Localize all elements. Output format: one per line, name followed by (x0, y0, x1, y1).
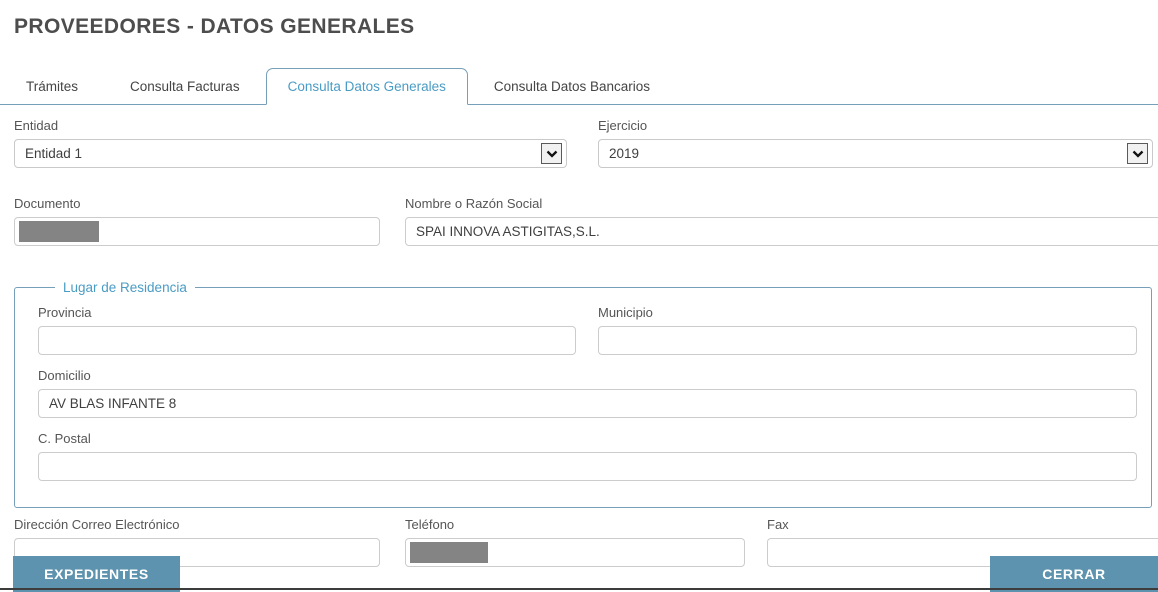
correo-electronico-label: Dirección Correo Electrónico (14, 517, 380, 532)
codigo-postal-field: C. Postal (38, 431, 1137, 481)
municipio-label: Municipio (598, 305, 1137, 320)
fax-label: Fax (767, 517, 1158, 532)
domicilio-label: Domicilio (38, 368, 1137, 383)
cerrar-button[interactable]: CERRAR (990, 556, 1158, 592)
row-domicilio: Domicilio (38, 368, 1137, 418)
municipio-input[interactable] (598, 326, 1137, 355)
lugar-de-residencia-legend: Lugar de Residencia (55, 280, 195, 295)
page-title: PROVEEDORES - DATOS GENERALES (14, 15, 1158, 39)
provincia-field: Provincia (38, 305, 576, 355)
redacted-value-block (410, 542, 488, 563)
nombre-razon-social-field: Nombre o Razón Social (405, 196, 1158, 246)
entidad-label: Entidad (14, 118, 567, 133)
entidad-selected-value: Entidad 1 (25, 146, 82, 161)
ejercicio-selected-value: 2019 (609, 146, 639, 161)
tab-bar: Trámites Consulta Facturas Consulta Dato… (0, 68, 1158, 105)
row-entidad-ejercicio: Entidad Entidad 1 Ejercicio 2019 (0, 118, 1158, 168)
row-documento-nombre: Documento Nombre o Razón Social (0, 196, 1158, 246)
proveedores-datos-generales-page: PROVEEDORES - DATOS GENERALES Trámites C… (0, 0, 1158, 592)
codigo-postal-input[interactable] (38, 452, 1137, 481)
tab-consulta-facturas[interactable]: Consulta Facturas (104, 69, 266, 104)
nombre-razon-social-input[interactable] (405, 217, 1158, 246)
telefono-label: Teléfono (405, 517, 745, 532)
chevron-down-icon[interactable] (1127, 143, 1148, 164)
documento-label: Documento (14, 196, 380, 211)
telefono-field: Teléfono (405, 517, 745, 567)
domicilio-input[interactable] (38, 389, 1137, 418)
provincia-label: Provincia (38, 305, 576, 320)
entidad-field: Entidad Entidad 1 (14, 118, 567, 168)
domicilio-field: Domicilio (38, 368, 1137, 418)
tab-consulta-datos-generales[interactable]: Consulta Datos Generales (266, 68, 468, 105)
documento-field: Documento (14, 196, 380, 246)
ejercicio-label: Ejercicio (598, 118, 1153, 133)
expedientes-button[interactable]: EXPEDIENTES (13, 556, 180, 592)
provincia-input[interactable] (38, 326, 576, 355)
ejercicio-select[interactable]: 2019 (598, 139, 1153, 168)
row-provincia-municipio: Provincia Municipio (38, 305, 1137, 355)
entidad-select[interactable]: Entidad 1 (14, 139, 567, 168)
municipio-field: Municipio (598, 305, 1137, 355)
page-bottom-divider (0, 588, 1158, 590)
tab-tramites[interactable]: Trámites (0, 69, 104, 104)
codigo-postal-label: C. Postal (38, 431, 1137, 446)
nombre-razon-social-label: Nombre o Razón Social (405, 196, 1158, 211)
ejercicio-field: Ejercicio 2019 (598, 118, 1153, 168)
lugar-de-residencia-fieldset: Lugar de Residencia Provincia Municipio … (14, 280, 1152, 508)
chevron-down-icon[interactable] (541, 143, 562, 164)
redacted-value-block (19, 221, 99, 242)
tab-consulta-datos-bancarios[interactable]: Consulta Datos Bancarios (468, 69, 676, 104)
row-cpostal: C. Postal (38, 431, 1137, 481)
